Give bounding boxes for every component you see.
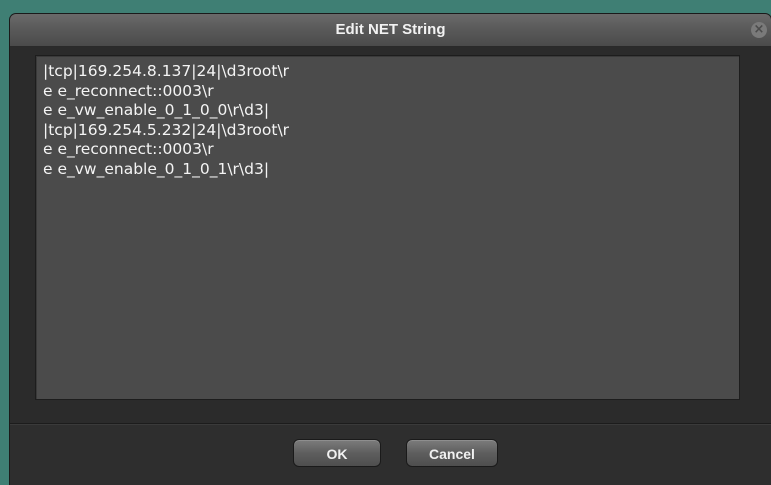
text-line: e e_reconnect::0003\r — [43, 81, 214, 100]
ok-button[interactable]: OK — [293, 439, 381, 467]
text-line: |tcp|169.254.8.137|24|\d3root\r — [43, 62, 290, 80]
dialog-body: |tcp|169.254.8.137|24|\d3root\r e e_reco… — [10, 47, 771, 423]
net-string-editor[interactable]: |tcp|169.254.8.137|24|\d3root\r e e_reco… — [35, 55, 740, 400]
dialog-footer: OK Cancel — [10, 425, 771, 485]
text-line: e e_reconnect::0003\r — [43, 140, 214, 158]
cancel-button[interactable]: Cancel — [406, 439, 498, 467]
text-line: e e_vw_enable_0_1_0_1\r\d3| — [43, 159, 270, 178]
text-line: e e_vw_enable_0_1_0_0\r\d3| — [43, 101, 270, 119]
dialog-title: Edit NET String — [335, 21, 446, 38]
net-string-text: |tcp|169.254.8.137|24|\d3root\r e e_reco… — [43, 62, 732, 179]
close-icon[interactable]: × — [751, 22, 767, 38]
edit-net-string-dialog: Edit NET String × |tcp|169.254.8.137|24|… — [10, 14, 771, 485]
text-line: |tcp|169.254.5.232|24|\d3root\r — [43, 120, 290, 139]
title-bar[interactable]: Edit NET String × — [10, 14, 771, 47]
